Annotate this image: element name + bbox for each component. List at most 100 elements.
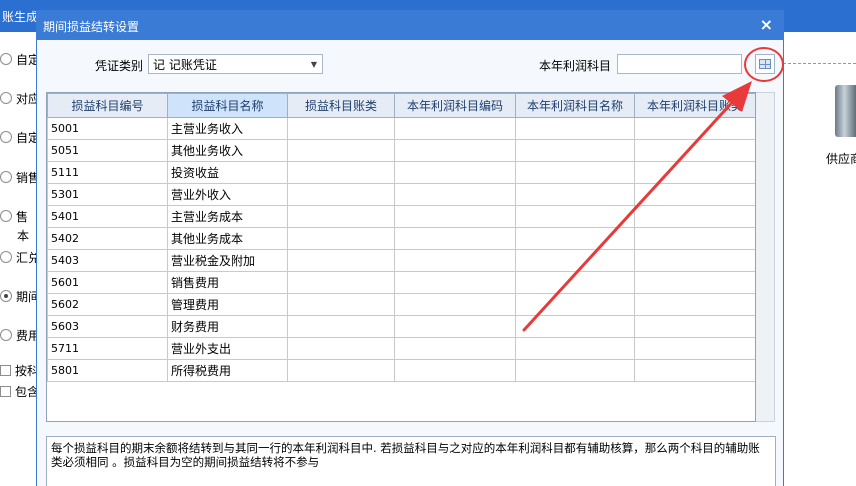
account-name-cell[interactable]: 营业外收入: [167, 183, 288, 206]
account-name-cell[interactable]: 营业外支出: [167, 337, 288, 360]
account-code-cell[interactable]: 5401: [47, 205, 168, 228]
radio-icon[interactable]: [0, 131, 12, 143]
empty-cell[interactable]: [634, 227, 755, 250]
account-name-cell[interactable]: 主营业务成本: [167, 205, 288, 228]
empty-cell[interactable]: [515, 293, 635, 316]
column-header-1[interactable]: 损益科目名称: [167, 93, 288, 118]
empty-cell[interactable]: [394, 183, 516, 206]
table-row[interactable]: 5301 营业外收入: [47, 183, 755, 206]
background-option-4[interactable]: 售: [0, 207, 38, 225]
radio-icon[interactable]: [0, 53, 12, 65]
radio-icon[interactable]: [0, 290, 12, 302]
background-option-9[interactable]: 按科: [0, 361, 38, 379]
background-option-3[interactable]: 销售: [0, 168, 38, 186]
empty-cell[interactable]: [287, 271, 395, 294]
empty-cell[interactable]: [287, 139, 395, 162]
account-code-cell[interactable]: 5301: [47, 183, 168, 206]
empty-cell[interactable]: [287, 227, 395, 250]
table-row[interactable]: 5111 投资收益: [47, 161, 755, 184]
empty-cell[interactable]: [515, 337, 635, 360]
empty-cell[interactable]: [634, 315, 755, 338]
account-code-cell[interactable]: 5602: [47, 293, 168, 316]
empty-cell[interactable]: [394, 249, 516, 272]
empty-cell[interactable]: [287, 161, 395, 184]
empty-cell[interactable]: [287, 337, 395, 360]
empty-cell[interactable]: [287, 117, 395, 140]
empty-cell[interactable]: [634, 337, 755, 360]
empty-cell[interactable]: [634, 249, 755, 272]
account-name-cell[interactable]: 管理费用: [167, 293, 288, 316]
account-code-cell[interactable]: 5051: [47, 139, 168, 162]
empty-cell[interactable]: [394, 315, 516, 338]
radio-icon[interactable]: [0, 251, 12, 263]
account-code-cell[interactable]: 5711: [47, 337, 168, 360]
empty-cell[interactable]: [394, 117, 516, 140]
empty-cell[interactable]: [515, 205, 635, 228]
account-name-cell[interactable]: 主营业务收入: [167, 117, 288, 140]
radio-icon[interactable]: [0, 329, 12, 341]
table-row[interactable]: 5403 营业税金及附加: [47, 249, 755, 272]
account-name-cell[interactable]: 其他业务收入: [167, 139, 288, 162]
account-code-cell[interactable]: 5402: [47, 227, 168, 250]
empty-cell[interactable]: [634, 205, 755, 228]
radio-icon[interactable]: [0, 210, 12, 222]
column-header-5[interactable]: 本年利润科目账类: [634, 93, 755, 118]
table-row[interactable]: 5402 其他业务成本: [47, 227, 755, 250]
column-header-2[interactable]: 损益科目账类: [287, 93, 395, 118]
empty-cell[interactable]: [394, 205, 516, 228]
empty-cell[interactable]: [394, 271, 516, 294]
empty-cell[interactable]: [634, 359, 755, 382]
profit-account-input[interactable]: [617, 54, 742, 74]
empty-cell[interactable]: [287, 249, 395, 272]
empty-cell[interactable]: [394, 227, 516, 250]
empty-cell[interactable]: [515, 139, 635, 162]
empty-cell[interactable]: [515, 161, 635, 184]
background-option-0[interactable]: 自定: [0, 50, 38, 68]
empty-cell[interactable]: [515, 315, 635, 338]
background-option-10[interactable]: 包含: [0, 382, 38, 400]
empty-cell[interactable]: [515, 271, 635, 294]
table-row[interactable]: 5601 销售费用: [47, 271, 755, 294]
table-row[interactable]: 5401 主营业务成本: [47, 205, 755, 228]
radio-icon[interactable]: [0, 171, 12, 183]
voucher-type-select[interactable]: 记 记账凭证 ▼: [148, 54, 323, 74]
account-code-cell[interactable]: 5001: [47, 117, 168, 140]
empty-cell[interactable]: [287, 293, 395, 316]
empty-cell[interactable]: [287, 315, 395, 338]
table-scrollbar[interactable]: [756, 92, 775, 422]
column-header-3[interactable]: 本年利润科目编码: [394, 93, 516, 118]
table-row[interactable]: 5602 管理费用: [47, 293, 755, 316]
empty-cell[interactable]: [287, 183, 395, 206]
background-option-6[interactable]: 汇兑: [0, 248, 38, 266]
account-code-cell[interactable]: 5111: [47, 161, 168, 184]
empty-cell[interactable]: [394, 337, 516, 360]
checkbox-icon[interactable]: [0, 385, 11, 397]
empty-cell[interactable]: [634, 139, 755, 162]
empty-cell[interactable]: [634, 117, 755, 140]
account-name-cell[interactable]: 财务费用: [167, 315, 288, 338]
empty-cell[interactable]: [287, 205, 395, 228]
empty-cell[interactable]: [515, 183, 635, 206]
account-name-cell[interactable]: 营业税金及附加: [167, 249, 288, 272]
background-option-8[interactable]: 费用: [0, 326, 38, 344]
account-name-cell[interactable]: 其他业务成本: [167, 227, 288, 250]
column-header-4[interactable]: 本年利润科目名称: [515, 93, 635, 118]
empty-cell[interactable]: [394, 161, 516, 184]
empty-cell[interactable]: [394, 139, 516, 162]
column-header-0[interactable]: 损益科目编号: [47, 93, 168, 118]
empty-cell[interactable]: [394, 293, 516, 316]
background-option-1[interactable]: 对应: [0, 89, 38, 107]
empty-cell[interactable]: [634, 161, 755, 184]
supplier-book-icon[interactable]: [835, 85, 856, 137]
close-button[interactable]: ×: [760, 15, 773, 34]
account-name-cell[interactable]: 所得税费用: [167, 359, 288, 382]
table-row[interactable]: 5801 所得税费用: [47, 359, 755, 382]
empty-cell[interactable]: [287, 359, 395, 382]
radio-icon[interactable]: [0, 92, 12, 104]
empty-cell[interactable]: [515, 227, 635, 250]
table-row[interactable]: 5603 财务费用: [47, 315, 755, 338]
checkbox-icon[interactable]: [0, 364, 11, 376]
account-code-cell[interactable]: 5801: [47, 359, 168, 382]
account-name-cell[interactable]: 销售费用: [167, 271, 288, 294]
empty-cell[interactable]: [394, 359, 516, 382]
